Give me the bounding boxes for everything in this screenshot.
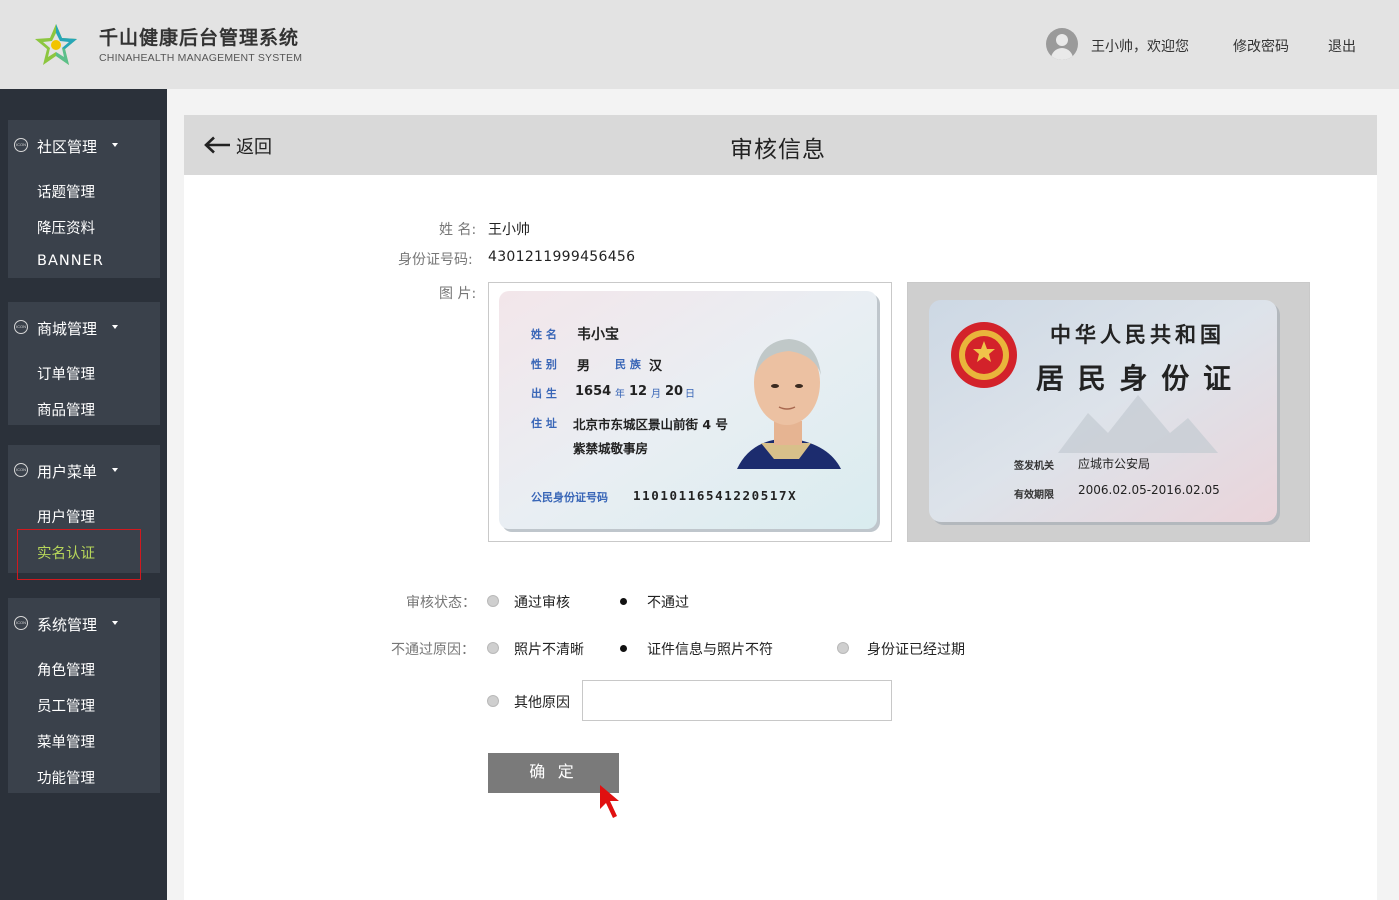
sidebar-item-functions[interactable]: 功能管理 (37, 767, 95, 788)
sidebar-item-banner[interactable]: BANNER (37, 253, 104, 269)
menu-icon: ICON (14, 616, 28, 630)
radio-id-expired-label[interactable]: 身份证已经过期 (867, 639, 965, 659)
menu-group-community: ICON 社区管理 话题管理 降压资料 BANNER (8, 120, 160, 278)
panel-header: 返回 审核信息 (184, 115, 1377, 175)
radio-approve-label[interactable]: 通过审核 (514, 592, 570, 612)
radio-reject-label[interactable]: 不通过 (647, 592, 689, 612)
name-value: 王小帅 (488, 222, 530, 238)
back-label: 返回 (236, 137, 272, 158)
app-subtitle: CHINAHEALTH MANAGEMENT SYSTEM (99, 52, 303, 64)
card-country: 中华人民共和国 (1050, 322, 1225, 347)
radio-info-mismatch-label[interactable]: 证件信息与照片不符 (647, 639, 773, 659)
menu-head-label: 商城管理 (37, 320, 98, 338)
caret-down-icon (112, 143, 118, 147)
top-header: 千山健康后台管理系统 CHINAHEALTH MANAGEMENT SYSTEM… (0, 0, 1399, 89)
menu-head-system[interactable]: ICON 系统管理 (8, 598, 160, 648)
sidebar-item-products[interactable]: 商品管理 (37, 399, 95, 420)
radio-photo-unclear[interactable] (487, 642, 499, 654)
radio-other-reason-label[interactable]: 其他原因 (514, 692, 570, 712)
menu-icon: ICON (14, 463, 28, 477)
caret-down-icon (112, 621, 118, 625)
change-password-link[interactable]: 修改密码 (1233, 36, 1289, 56)
menu-head-community[interactable]: ICON 社区管理 (8, 120, 160, 170)
user-avatar-icon[interactable] (1046, 28, 1078, 60)
menu-head-label: 用户菜单 (37, 463, 98, 481)
active-item-highlight (17, 529, 141, 580)
caret-down-icon (112, 325, 118, 329)
card-name: 韦小宝 (577, 327, 619, 343)
radio-reject[interactable] (617, 595, 629, 607)
menu-group-system: ICON 系统管理 角色管理 员工管理 菜单管理 功能管理 (8, 598, 160, 793)
id-card-back-image[interactable]: 中华人民共和国 居 民 身 份 证 签发机关 应城市公安局 有效期限 2006.… (907, 282, 1310, 542)
radio-id-expired[interactable] (837, 642, 849, 654)
card-type: 居 民 身 份 证 (1036, 362, 1233, 395)
arrow-left-icon (204, 136, 230, 154)
menu-head-label: 社区管理 (37, 138, 98, 156)
sidebar-item-orders[interactable]: 订单管理 (37, 363, 95, 384)
sidebar: ICON 社区管理 话题管理 降压资料 BANNER ICON 商城管理 订单管… (0, 89, 167, 900)
user-greeting: 王小帅，欢迎您 (1091, 39, 1189, 55)
sidebar-item-topics[interactable]: 话题管理 (37, 181, 95, 202)
card-id-number: 11010116541220517X (633, 488, 798, 503)
sidebar-item-bp-materials[interactable]: 降压资料 (37, 217, 95, 238)
radio-info-mismatch[interactable] (617, 642, 629, 654)
menu-head-mall[interactable]: ICON 商城管理 (8, 302, 160, 352)
image-label: 图 片: (439, 286, 477, 302)
radio-photo-unclear-label[interactable]: 照片不清晰 (514, 639, 584, 659)
other-reason-input[interactable] (582, 680, 892, 721)
menu-group-mall: ICON 商城管理 订单管理 商品管理 (8, 302, 160, 425)
radio-other-reason[interactable] (487, 695, 499, 707)
id-number-value: 4301211999456456 (488, 249, 636, 265)
sidebar-item-menus[interactable]: 菜单管理 (37, 731, 95, 752)
id-number-label: 身份证号码: (398, 252, 473, 268)
app-title: 千山健康后台管理系统 (99, 27, 300, 49)
cursor-arrow-icon (600, 785, 619, 818)
sidebar-item-staff[interactable]: 员工管理 (37, 695, 95, 716)
menu-icon: ICON (14, 138, 28, 152)
menu-icon: ICON (14, 320, 28, 334)
name-label: 姓 名: (439, 222, 477, 238)
star-logo-icon (35, 24, 77, 65)
page-title: 审核信息 (730, 137, 826, 163)
logout-link[interactable]: 退出 (1328, 36, 1356, 56)
review-status-label: 审核状态： (406, 595, 476, 611)
sidebar-item-roles[interactable]: 角色管理 (37, 659, 95, 680)
menu-head-label: 系统管理 (37, 616, 98, 634)
reject-reason-label: 不通过原因： (391, 642, 475, 658)
caret-down-icon (112, 468, 118, 472)
sidebar-item-user-management[interactable]: 用户管理 (37, 506, 95, 527)
radio-approve[interactable] (487, 595, 499, 607)
id-card-front-image[interactable]: 姓 名 韦小宝 性 别 男 民 族 汉 出 生 1654 年 12 月 20 日… (488, 282, 892, 542)
menu-head-users[interactable]: ICON 用户菜单 (8, 445, 160, 495)
